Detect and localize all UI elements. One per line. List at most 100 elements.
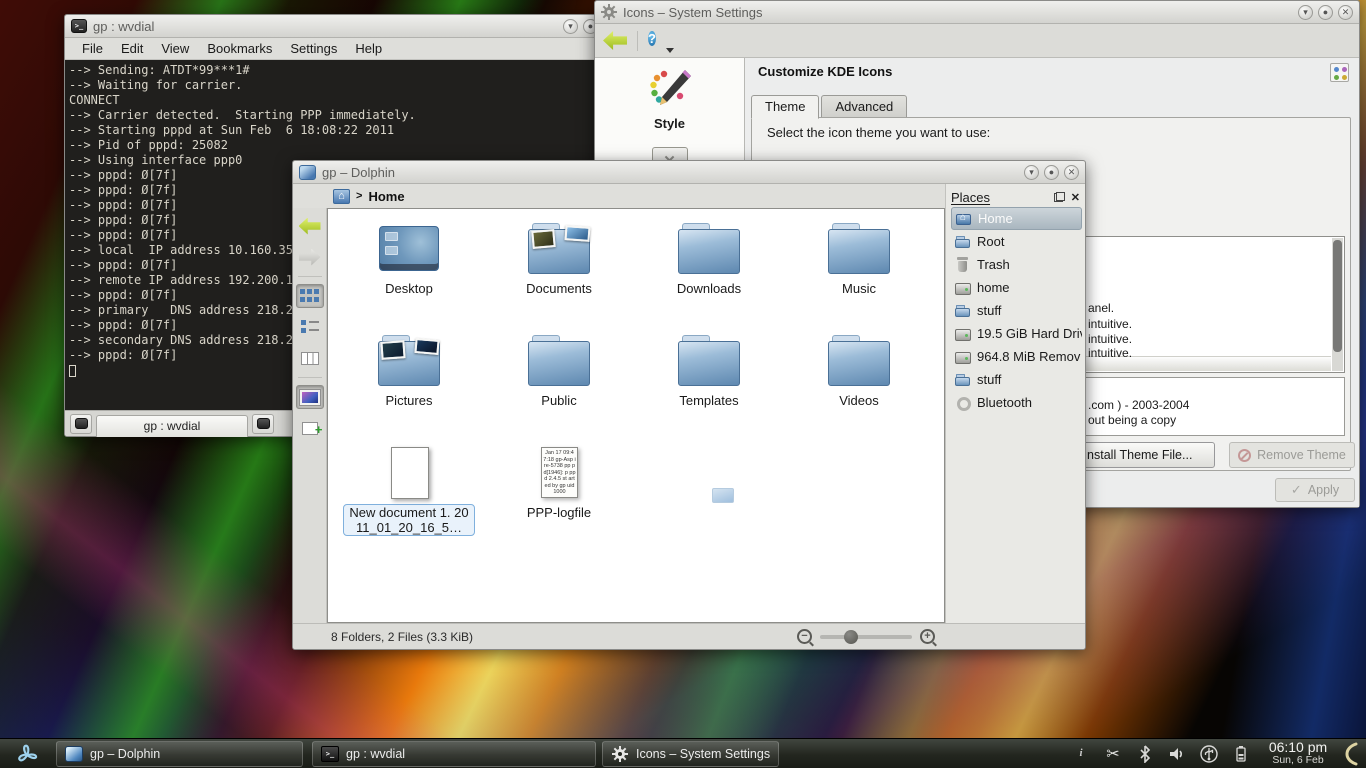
split-view-button[interactable] [296,416,324,440]
back-button[interactable] [296,214,324,238]
tab-list-button[interactable] [252,414,274,434]
zoom-slider-handle[interactable] [844,630,858,644]
file-view[interactable]: Desktop Documents [327,208,945,623]
toolbar-separator [637,31,638,51]
menu-item[interactable]: Edit [112,39,152,58]
file-item[interactable]: New document 1. 2011_01_20_16_5… [334,441,484,553]
icon-sizes-icon[interactable] [1330,63,1349,82]
file-icon [377,333,441,389]
file-item[interactable]: Videos [784,329,934,441]
volume-icon[interactable] [1168,745,1186,763]
konsole-icon [75,418,88,429]
place-icon [955,234,971,250]
new-tab-button[interactable] [70,414,92,434]
icon-decoration [531,229,555,249]
home-folder-icon[interactable]: ⌂ [333,189,350,204]
place-item[interactable]: Trash [951,253,1082,276]
preview-button[interactable] [296,385,324,409]
maximize-button[interactable]: ● [1318,5,1333,20]
forward-button[interactable] [296,245,324,269]
dolphin-icon [299,165,316,180]
terminal-tab[interactable]: gp : wvdial [96,415,248,437]
toolbar-divider [298,276,322,277]
help-icon: ? [648,31,656,46]
settings-titlebar[interactable]: Icons – System Settings ▾ ● ✕ [595,1,1359,24]
taskbar-task-system-settings[interactable]: Icons – System Settings [602,741,779,767]
gear-icon [611,746,629,762]
place-icon [955,395,971,411]
sidebar-item-style[interactable]: Style [647,68,693,131]
back-icon[interactable] [603,31,627,50]
minimize-button[interactable]: ▾ [1298,5,1313,20]
maximize-button[interactable]: ● [1044,165,1059,180]
file-label: Downloads [672,280,746,297]
icons-view-button[interactable] [296,284,324,308]
remove-theme-button[interactable]: Remove Theme [1229,442,1355,468]
place-item[interactable]: home [951,276,1082,299]
device-notifier-usb-icon[interactable] [1200,745,1218,763]
file-item[interactable]: Downloads [634,217,784,329]
file-item[interactable]: Public [484,329,634,441]
columns-view-button[interactable] [296,346,324,370]
place-item[interactable]: Bluetooth [951,391,1082,414]
theme-list-text: intuitive. [1088,332,1132,346]
taskbar-task-wvdial[interactable]: >_ gp : wvdial [312,741,596,767]
system-tray: i ✂ [1072,745,1250,763]
places-title: Places [951,190,990,205]
place-item[interactable]: 19.5 GiB Hard Drive [951,322,1082,345]
dolphin-titlebar[interactable]: gp – Dolphin ▾ ● ✕ [293,161,1085,184]
file-item[interactable]: Music [784,217,934,329]
file-item[interactable]: Templates [634,329,784,441]
tab[interactable]: Advanced [821,95,907,119]
bluetooth-icon[interactable] [1136,745,1154,763]
menu-item[interactable]: File [73,39,112,58]
scrollbar[interactable] [1332,238,1343,371]
breadcrumb-home[interactable]: Home [368,189,404,204]
konsole-icon: >_ [71,19,87,33]
file-item[interactable]: Documents [484,217,634,329]
file-label: New document 1. 2011_01_20_16_5… [343,504,475,536]
notifications-icon[interactable]: i [1072,745,1090,763]
menu-item[interactable]: Settings [281,39,346,58]
zoom-slider[interactable] [820,635,912,639]
konsole-icon: >_ [321,746,339,762]
menu-item[interactable]: Bookmarks [198,39,281,58]
terminal-menubar: FileEditViewBookmarksSettingsHelp [65,38,604,60]
file-item[interactable]: Desktop [334,217,484,329]
status-text: 8 Folders, 2 Files (3.3 KiB) [331,630,473,644]
taskbar-task-dolphin[interactable]: gp – Dolphin [56,741,303,767]
place-item[interactable]: 964.8 MiB Remov… [951,345,1082,368]
scrollbar-thumb[interactable] [1333,240,1342,352]
terminal-line: CONNECT [69,93,600,108]
clock[interactable]: 06:10 pm Sun, 6 Feb [1262,740,1334,767]
zoom-out-icon[interactable]: − [797,629,812,644]
apply-button[interactable]: ✓ Apply [1275,478,1355,502]
place-item[interactable]: Root [951,230,1082,253]
remove-icon [1238,449,1251,462]
float-panel-icon[interactable] [1054,192,1065,202]
file-item[interactable]: Jan 17 09:4 7:18 gp-Asp ire-5738 pp pd[1… [484,441,634,553]
klipper-icon[interactable]: ✂ [1104,745,1122,763]
close-panel-icon[interactable]: ✕ [1069,191,1082,204]
terminal-titlebar[interactable]: >_ gp : wvdial ▾ ● [65,15,604,38]
details-view-button[interactable] [296,315,324,339]
minimize-button[interactable]: ▾ [1024,165,1039,180]
battery-icon[interactable] [1232,745,1250,763]
tab[interactable]: Theme [751,95,819,119]
panel-toolbox-cashew-icon[interactable] [1338,739,1362,768]
place-item[interactable]: Home [951,207,1082,230]
app-launcher-button[interactable] [4,739,50,768]
close-button[interactable]: ✕ [1064,165,1079,180]
select-theme-label: Select the icon theme you want to use: [767,125,990,140]
minimize-button[interactable]: ▾ [563,19,578,34]
menu-item[interactable]: Help [346,39,391,58]
file-preview-text: Jan 17 09:4 7:18 gp-Asp ire-5738 pp pd[1… [541,447,578,498]
place-item[interactable]: stuff [951,368,1082,391]
menu-item[interactable]: View [152,39,198,58]
close-button[interactable]: ✕ [1338,5,1353,20]
zoom-in-icon[interactable]: + [920,629,935,644]
help-button[interactable]: ? [648,29,674,53]
file-item[interactable]: Pictures [334,329,484,441]
taskbar: gp – Dolphin >_ gp : wvdial Icons – Syst… [0,738,1366,768]
place-item[interactable]: stuff [951,299,1082,322]
